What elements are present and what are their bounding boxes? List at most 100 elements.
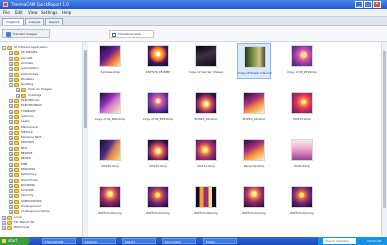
thumbnail-card[interactable]: Copy of Power Disconnect.bmp bbox=[237, 43, 272, 79]
tree-item[interactable]: + FURNACE bbox=[0, 109, 86, 114]
transfer-images-button[interactable]: Transfer Images bbox=[2, 29, 50, 38]
thumbnail-card[interactable]: Panel 3p.bmp bbox=[237, 137, 271, 173]
thumbnail-card[interactable]: 3-phase.bmp bbox=[93, 43, 127, 79]
thermal-image-thumbnail bbox=[291, 139, 313, 161]
tree-item-label: SUBSTATIONS bbox=[21, 198, 42, 203]
thumbnail-card[interactable]: PU025_00.bmp bbox=[189, 90, 223, 126]
maximize-button[interactable]: □ bbox=[364, 1, 372, 8]
thermal-image-thumbnail bbox=[147, 92, 169, 114]
tree-item[interactable]: + ELECTRICAL bbox=[0, 98, 86, 103]
thumbnail-card[interactable]: Copy of Carrier Chassis Ex.bmp bbox=[189, 43, 223, 79]
thumbnail-card[interactable]: PU031.bmp bbox=[285, 90, 319, 126]
taskbar-window-button[interactable]: Explorer bbox=[82, 238, 116, 244]
folder-tree-scroll-thumb[interactable] bbox=[84, 50, 87, 128]
tree-item[interactable]: + ELECTRONICS bbox=[0, 103, 86, 109]
tree-item[interactable]: + Moisture NDT bbox=[0, 135, 86, 141]
tab-organize[interactable]: Organize bbox=[2, 18, 24, 25]
expand-icon[interactable]: + bbox=[2, 226, 6, 231]
tree-item[interactable]: + Boosters bbox=[0, 77, 86, 82]
tree-item[interactable]: + Mechanical bbox=[0, 125, 86, 130]
tree-item[interactable]: + Automotive bbox=[0, 72, 86, 77]
tree-item-label: ELECTRICAL bbox=[21, 98, 40, 102]
minimize-button[interactable]: _ bbox=[355, 1, 363, 8]
tree-item-label: Road Finish bbox=[21, 177, 39, 182]
tree-item[interactable]: + Coatings bbox=[0, 93, 86, 98]
window-titlebar[interactable]: ThermaCAM QuickReport 1.0 _ □ × bbox=[0, 0, 387, 9]
thumbnail-card[interactable]: Plate.bmp bbox=[285, 137, 319, 173]
thumbnail-filename: PU031.bmp bbox=[293, 117, 311, 121]
tree-item[interactable]: + Click an Images bbox=[0, 87, 86, 93]
tree-item[interactable]: + METALS bbox=[0, 130, 86, 135]
thumbnail-card[interactable]: Copy of IR_RTP.bmp bbox=[285, 43, 319, 79]
thumbnail-card[interactable]: Copy of IR_876.bmp bbox=[141, 90, 175, 126]
menu-item-file[interactable]: File bbox=[3, 11, 13, 15]
tree-item[interactable]: + PEOPLE bbox=[0, 151, 86, 156]
thumbnail-card[interactable]: PU035.bmp bbox=[141, 137, 175, 173]
tree-item[interactable]: + Wild Local bbox=[0, 225, 86, 231]
desktop-search-placeholder: Search Desktop bbox=[325, 239, 349, 243]
menu-item-edit[interactable]: Edit bbox=[15, 11, 25, 15]
thumbnail-card[interactable]: DSF570-03.bmp bbox=[141, 184, 175, 220]
tree-item[interactable]: + underground tanks bbox=[0, 209, 86, 215]
taskbar-window-button[interactable]: Folder bbox=[203, 238, 237, 244]
tree-item[interactable]: + PETRO bbox=[0, 156, 86, 162]
thermal-image-thumbnail bbox=[243, 139, 265, 161]
taskbar-window-label: ThermaCAM bbox=[45, 240, 64, 244]
tree-item[interactable]: + MOTORS bbox=[0, 140, 86, 146]
thumbnail-view-icon bbox=[112, 33, 116, 37]
tree-item[interactable]: + Flir Report 5P bbox=[0, 220, 86, 225]
tree-item-label: Moisture NDT bbox=[21, 135, 42, 140]
thumbnail-card[interactable]: DSF570-01.bmp bbox=[237, 184, 271, 220]
thermal-image-thumbnail bbox=[291, 45, 313, 67]
tree-item[interactable]: + Security bbox=[0, 193, 86, 199]
taskbar: start ThermaCAM Explorer Report Document Fol… bbox=[0, 237, 387, 245]
tree-item[interactable]: + SUBSTATIONS bbox=[0, 199, 86, 204]
tree-item[interactable]: + Underground bbox=[0, 204, 86, 209]
tree-item[interactable]: + Automation bbox=[0, 66, 86, 72]
tree-item[interactable]: + Scientific bbox=[0, 188, 86, 194]
thumbnail-filename: DSF570-01.bmp bbox=[241, 211, 267, 215]
tree-item[interactable]: + PIPE bbox=[0, 162, 86, 167]
thumbnail-filename: PU035.bmp bbox=[149, 164, 167, 168]
thumbnail-card[interactable]: DSF570-04.bmp bbox=[93, 184, 127, 220]
tree-item[interactable]: − IR Infrared Application bbox=[0, 45, 86, 50]
taskbar-window-button[interactable]: Document bbox=[162, 238, 196, 244]
tree-item[interactable]: + Road Finish bbox=[0, 178, 86, 183]
tree-item[interactable]: + AC DRIVES bbox=[0, 50, 86, 56]
tree-item-label: PROCESS bbox=[21, 166, 36, 171]
thumbnail-card[interactable]: PU030_00.bmp bbox=[237, 90, 271, 126]
thumbnail-card[interactable]: Copy of IR_800.bmp bbox=[93, 90, 127, 126]
thumbnail-scrollbar[interactable] bbox=[381, 42, 387, 237]
tree-item[interactable]: + Aircraft bbox=[0, 56, 86, 61]
tree-item[interactable]: + Animals bbox=[0, 61, 86, 66]
desktop-search-input[interactable]: Search Desktop bbox=[323, 238, 356, 244]
menu-item-view[interactable]: View bbox=[28, 11, 38, 15]
tab-report[interactable]: Report bbox=[45, 18, 63, 25]
tree-item[interactable]: + Interiors bbox=[0, 114, 86, 119]
tree-item[interactable]: − Building bbox=[0, 82, 86, 88]
close-button[interactable]: × bbox=[373, 1, 381, 8]
folder-tree[interactable]: − IR Infrared Application + AC DRIVES + Aircr… bbox=[0, 42, 88, 237]
thumbnail-size-button[interactable]: Thumbnail size bbox=[109, 30, 154, 38]
taskbar-window-button[interactable]: Report bbox=[122, 238, 156, 244]
thermal-image-thumbnail bbox=[243, 186, 265, 208]
tree-item[interactable]: + PROCESS bbox=[0, 167, 86, 172]
thumbnail-card[interactable]: PU031.bmp bbox=[189, 137, 223, 173]
tree-item[interactable]: + ROOFING bbox=[0, 183, 86, 188]
thumbnail-card[interactable]: DSF570-06.bmp bbox=[189, 184, 223, 220]
tree-item[interactable]: + Leaks bbox=[0, 119, 86, 125]
thumbnail-filename: Copy of IR_876.bmp bbox=[142, 117, 174, 121]
tree-item[interactable]: + Local bbox=[0, 215, 86, 220]
thumbnail-card[interactable]: DSF570-02.bmp bbox=[285, 184, 319, 220]
tree-item[interactable]: + Refractory bbox=[0, 172, 86, 178]
tree-item[interactable]: + NDT bbox=[0, 146, 86, 151]
start-button[interactable]: start bbox=[0, 237, 30, 245]
menu-item-help[interactable]: Help bbox=[62, 11, 72, 15]
thumbnail-card[interactable]: DSF570-05.BMP bbox=[141, 43, 175, 79]
menu-item-settings[interactable]: Settings bbox=[41, 11, 59, 15]
thumbnail-card[interactable]: PU030.bmp bbox=[93, 137, 127, 173]
thermal-image-thumbnail bbox=[244, 46, 266, 68]
taskbar-window-button[interactable]: ThermaCAM bbox=[42, 238, 76, 244]
thumbnail-scroll-thumb[interactable] bbox=[383, 51, 386, 208]
tab-analyze[interactable]: Analyze bbox=[25, 18, 44, 25]
